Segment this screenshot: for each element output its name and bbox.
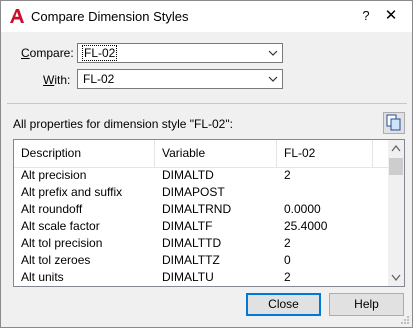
title-bar: Compare Dimension Styles ? ✕ [1,1,412,32]
column-header-style[interactable]: FL-02 [277,140,373,167]
row-variable: DIMALTRND [162,202,232,216]
help-question-button[interactable]: ? [357,8,375,24]
table-row[interactable]: Alt prefix and suffix DIMAPOST [14,184,388,201]
compare-dropdown-value: FL-02 [82,45,118,61]
row-description: Alt tol precision [21,236,103,250]
properties-list[interactable]: Description Variable FL-02 Alt precision… [13,139,405,287]
row-description: Alt prefix and suffix [21,185,123,199]
row-value: 2 [284,270,291,284]
close-window-button[interactable]: ✕ [381,6,401,26]
row-description: Alt units [21,270,64,284]
autocad-app-icon [10,9,24,23]
with-label: With: [43,73,70,87]
table-row[interactable]: Alt scale factor DIMALTF 25.4000 [14,218,388,235]
row-description: Alt roundoff [21,202,83,216]
row-value: 0.0000 [284,202,321,216]
window-title: Compare Dimension Styles [31,9,189,24]
table-row[interactable]: Alt tol zeroes DIMALTTZ 0 [14,252,388,269]
compare-dimension-styles-dialog: Compare Dimension Styles ? ✕ Compare: FL… [0,0,413,328]
with-label-rest: ith: [54,73,71,87]
section-divider [7,103,407,104]
vertical-scrollbar[interactable] [388,140,404,286]
table-row[interactable]: Alt roundoff DIMALTRND 0.0000 [14,201,388,218]
with-dropdown[interactable]: FL-02 [77,69,283,89]
row-variable: DIMALTD [162,168,214,182]
scroll-up-arrow-icon[interactable] [388,140,404,157]
row-value: 2 [284,168,291,182]
row-variable: DIMAPOST [162,185,225,199]
row-value: 2 [284,236,291,250]
list-header: Description Variable FL-02 [14,140,388,168]
row-variable: DIMALTTD [162,236,222,250]
chevron-down-icon [268,50,278,56]
compare-label-rest: ompare: [29,46,74,60]
column-header-description[interactable]: Description [14,140,155,167]
resize-grip-icon[interactable] [400,315,410,325]
table-row[interactable]: Alt precision DIMALTD 2 [14,167,388,184]
column-header-variable[interactable]: Variable [155,140,277,167]
row-description: Alt tol zeroes [21,253,91,267]
row-variable: DIMALTF [162,219,213,233]
close-button[interactable]: Close [246,293,321,316]
row-value: 0 [284,253,291,267]
compare-dropdown[interactable]: FL-02 [77,43,283,63]
with-label-accesskey: W [43,73,55,87]
help-button[interactable]: Help [329,293,404,316]
compare-label: Compare: [21,46,74,60]
row-description: Alt scale factor [21,219,100,233]
clipboard-icon [386,114,401,131]
row-variable: DIMALTU [162,270,214,284]
row-description: Alt precision [21,168,87,182]
chevron-down-icon [268,76,278,82]
copy-to-clipboard-button[interactable] [383,112,405,134]
properties-label: All properties for dimension style "FL-0… [13,117,233,131]
compare-label-accesskey: C [21,46,30,60]
scroll-down-arrow-icon[interactable] [388,269,404,286]
table-row[interactable]: Alt units DIMALTU 2 [14,269,388,286]
table-row[interactable]: Alt tol precision DIMALTTD 2 [14,235,388,252]
with-dropdown-value: FL-02 [83,72,115,86]
row-value: 25.4000 [284,219,328,233]
scrollbar-thumb[interactable] [389,158,403,175]
row-variable: DIMALTTZ [162,253,220,267]
